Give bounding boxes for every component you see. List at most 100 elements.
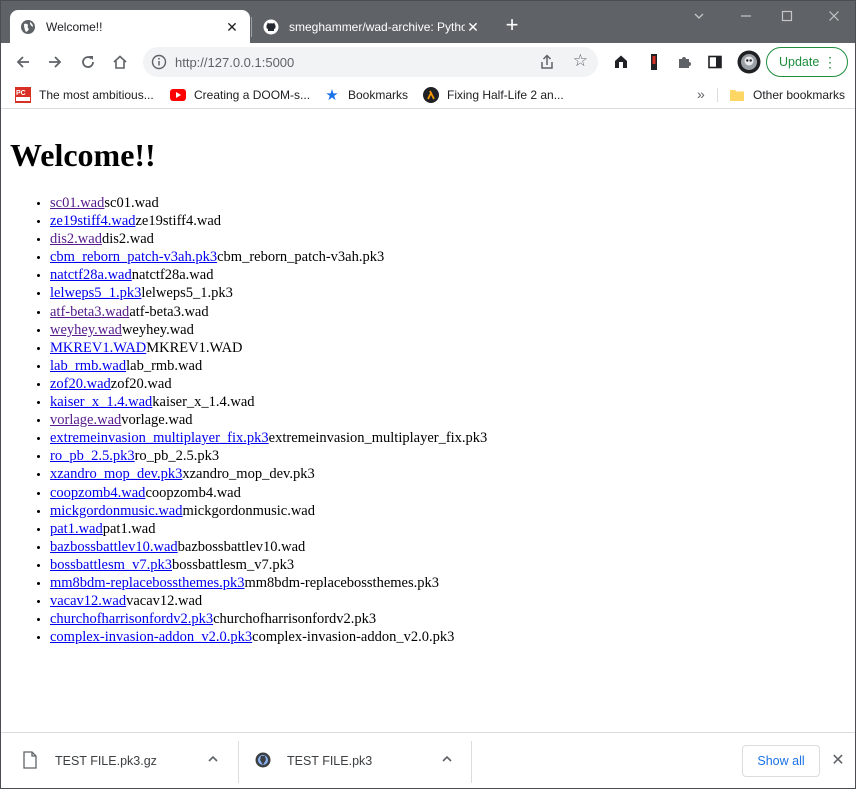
list-item: complex-invasion-addon_v2.0.pk3complex-i… <box>50 628 487 646</box>
show-all-button[interactable]: Show all <box>742 745 820 777</box>
minimize-icon[interactable] <box>689 7 709 27</box>
more-bookmarks-icon[interactable]: » <box>697 86 705 102</box>
wad-filename: kaiser_x_1.4.wad <box>152 394 255 411</box>
info-icon[interactable] <box>151 54 167 70</box>
wad-link[interactable]: cbm_reborn_patch-v3ah.pk3 <box>50 249 217 265</box>
youtube-icon <box>170 87 186 103</box>
list-item: kaiser_x_1.4.wadkaiser_x_1.4.wad <box>50 393 487 411</box>
list-item: lelweps5_1.pk3lelweps5_1.pk3 <box>50 284 487 302</box>
close-icon[interactable]: ✕ <box>829 752 847 770</box>
list-item: pat1.wadpat1.wad <box>50 520 487 538</box>
bookmarks-divider <box>717 88 718 102</box>
download-shelf: TEST FILE.pk3.gz TEST FILE.pk3 Show all … <box>1 732 855 788</box>
minimize-window-icon[interactable] <box>736 7 756 27</box>
extension-red-icon[interactable] <box>644 52 664 72</box>
close-tab-icon[interactable]: ✕ <box>224 19 240 35</box>
wad-filename: natctf28a.wad <box>131 267 214 284</box>
wad-filename: weyhey.wad <box>121 321 194 338</box>
new-tab-button[interactable]: + <box>500 14 524 38</box>
wad-link[interactable]: pat1.wad <box>50 521 103 537</box>
wad-link[interactable]: MKREV1.WAD <box>50 340 146 356</box>
wad-filename: MKREV1.WAD <box>146 339 243 356</box>
extensions-puzzle-icon[interactable] <box>674 52 694 72</box>
globe-icon <box>20 19 36 35</box>
maximize-window-icon[interactable] <box>777 7 797 27</box>
wad-filename: sc01.wad <box>104 195 159 211</box>
tab-divider <box>251 17 252 37</box>
wad-filename: dis2.wad <box>101 231 154 248</box>
close-tab-icon[interactable]: ✕ <box>465 19 481 35</box>
download-item[interactable]: TEST FILE.pk3.gz <box>23 733 233 789</box>
chevron-up-icon[interactable] <box>441 753 457 769</box>
back-icon[interactable] <box>10 49 36 75</box>
update-button[interactable]: Update ⋮ <box>766 47 848 77</box>
wad-link[interactable]: natctf28a.wad <box>50 267 132 283</box>
extension-house-icon[interactable] <box>611 52 631 72</box>
list-item: weyhey.wadweyhey.wad <box>50 321 487 339</box>
wad-list: sc01.wadsc01.wadze19stiff4.wadze19stiff4… <box>50 194 487 646</box>
wad-link[interactable]: coopzomb4.wad <box>50 485 145 501</box>
wad-link[interactable]: bossbattlesm_v7.pk3 <box>50 557 172 573</box>
wad-filename: coopzomb4.wad <box>145 484 241 501</box>
list-item: mm8bdm-replacebossthemes.pk3mm8bdm-repla… <box>50 574 487 592</box>
wad-link[interactable]: mm8bdm-replacebossthemes.pk3 <box>50 575 245 591</box>
wad-link[interactable]: atf-beta3.wad <box>50 304 129 320</box>
page-heading: Welcome!! <box>10 137 156 173</box>
download-filename: TEST FILE.pk3.gz <box>55 754 157 768</box>
tab-github[interactable]: smeghammer/wad-archive: Pytho ✕ <box>253 10 491 43</box>
forward-icon[interactable] <box>42 49 68 75</box>
svg-text:PC: PC <box>16 90 26 97</box>
bookmark-folder-bookmarks[interactable]: ★ Bookmarks <box>324 86 408 104</box>
wad-link[interactable]: vorlage.wad <box>50 412 121 428</box>
wad-link[interactable]: zof20.wad <box>50 376 111 392</box>
wad-link[interactable]: ze19stiff4.wad <box>50 213 136 229</box>
profile-avatar[interactable] <box>737 50 761 74</box>
wad-filename: bazbossbattlev10.wad <box>177 538 306 555</box>
wad-link[interactable]: extremeinvasion_multiplayer_fix.pk3 <box>50 430 269 446</box>
other-bookmarks-label: Other bookmarks <box>753 88 846 102</box>
reload-icon[interactable] <box>75 49 101 75</box>
wad-link[interactable]: bazbossbattlev10.wad <box>50 539 178 555</box>
tab-strip: Welcome!! ✕ smeghammer/wad-archive: Pyth… <box>1 1 855 43</box>
wad-link[interactable]: dis2.wad <box>50 231 102 247</box>
tab-welcome[interactable]: Welcome!! ✕ <box>10 10 250 43</box>
list-item: vacav12.wadvacav12.wad <box>50 592 487 610</box>
home-icon[interactable] <box>107 49 133 75</box>
side-panel-icon[interactable] <box>705 52 725 72</box>
wad-filename: extremeinvasion_multiplayer_fix.pk3 <box>268 430 488 447</box>
github-icon <box>263 19 279 35</box>
wad-link[interactable]: churchofharrisonfordv2.pk3 <box>50 611 213 627</box>
share-icon[interactable] <box>538 53 556 71</box>
bookmark-halflife[interactable]: Fixing Half-Life 2 an... <box>423 86 564 104</box>
chevron-up-icon[interactable] <box>207 753 223 769</box>
wad-link[interactable]: complex-invasion-addon_v2.0.pk3 <box>50 629 252 645</box>
folder-icon <box>729 87 745 103</box>
bookmark-star-icon[interactable]: ☆ <box>573 51 588 71</box>
wad-link[interactable]: vacav12.wad <box>50 593 126 609</box>
lambda-icon <box>423 87 439 103</box>
address-bar[interactable]: http://127.0.0.1:5000 ☆ <box>143 47 598 77</box>
list-item: xzandro_mop_dev.pk3xzandro_mop_dev.pk3 <box>50 465 487 483</box>
wad-link[interactable]: lelweps5_1.pk3 <box>50 285 141 301</box>
list-item: sc01.wadsc01.wad <box>50 194 487 212</box>
wad-link[interactable]: xzandro_mop_dev.pk3 <box>50 466 182 482</box>
wad-link[interactable]: weyhey.wad <box>50 322 122 338</box>
download-item[interactable]: TEST FILE.pk3 <box>255 733 465 789</box>
list-item: lab_rmb.wadlab_rmb.wad <box>50 357 487 375</box>
wad-filename: pat1.wad <box>102 520 156 537</box>
wad-filename: ze19stiff4.wad <box>135 213 222 230</box>
bookmark-youtube[interactable]: Creating a DOOM-s... <box>170 86 310 104</box>
wad-link[interactable]: ro_pb_2.5.pk3 <box>50 448 135 464</box>
wad-link[interactable]: mickgordonmusic.wad <box>50 503 183 519</box>
list-item: zof20.wadzof20.wad <box>50 375 487 393</box>
wad-link[interactable]: lab_rmb.wad <box>50 358 126 374</box>
close-window-icon[interactable] <box>824 7 844 27</box>
wad-link[interactable]: sc01.wad <box>50 195 104 211</box>
other-bookmarks-folder[interactable]: Other bookmarks <box>729 86 845 104</box>
bookmark-pcgamer[interactable]: PC The most ambitious... <box>15 86 154 104</box>
list-item: dis2.waddis2.wad <box>50 230 487 248</box>
file-icon <box>23 751 39 771</box>
menu-dots-icon[interactable]: ⋮ <box>823 55 837 69</box>
wad-filename: vorlage.wad <box>121 412 193 429</box>
wad-link[interactable]: kaiser_x_1.4.wad <box>50 394 152 410</box>
